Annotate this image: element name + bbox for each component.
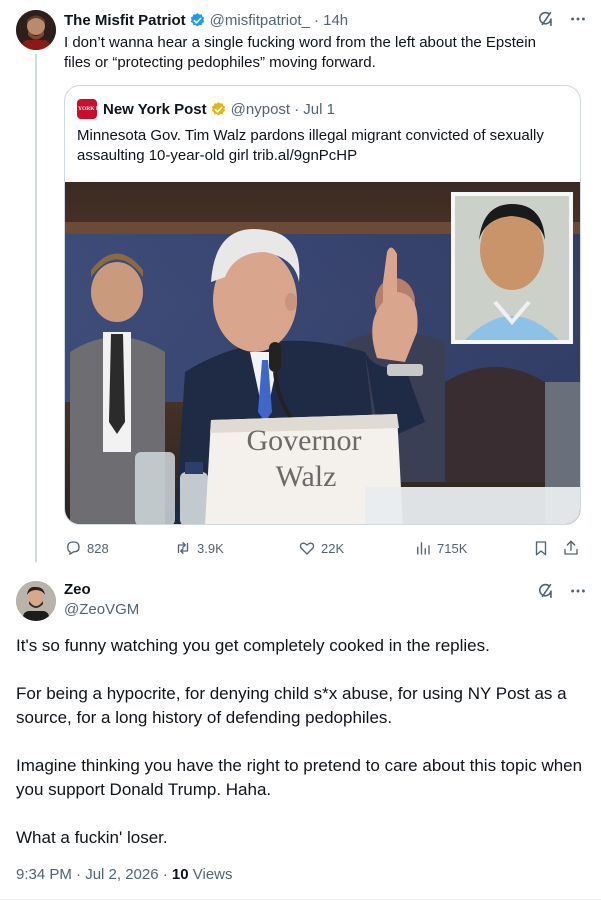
bookmark-icon [532, 539, 550, 557]
tweet-time[interactable]: · 14h [314, 12, 348, 29]
tweet-top-actions [537, 582, 587, 600]
like-button[interactable]: 22K [298, 538, 344, 558]
tweet-paragraph: It's so funny watching you get completel… [16, 636, 490, 655]
share-icon [562, 539, 580, 557]
avatar[interactable] [16, 581, 56, 621]
avatar[interactable] [16, 10, 56, 50]
author-name[interactable]: The Misfit Patriot [64, 12, 186, 29]
tweet-paragraph: What a fuckin' loser. [16, 828, 168, 847]
tweet-paragraph: For being a hypocrite, for denying child… [16, 684, 567, 727]
tweet-meta: 9:34 PM · Jul 2, 2026 · 10 Views [16, 866, 233, 883]
repost-button[interactable]: 3.9K [174, 538, 224, 558]
grok-icon[interactable] [537, 10, 555, 28]
author-handle[interactable]: @misfitpatriot_ [210, 12, 310, 29]
tweet-text: I don’t wanna hear a single fucking word… [64, 34, 536, 71]
author-handle[interactable]: @ZeoVGM [64, 601, 139, 618]
tweet-stats-bar: 828 3.9K 22K 715K [64, 538, 584, 558]
views-label: Views [188, 866, 233, 883]
tweet-top-actions [537, 10, 587, 28]
more-icon[interactable] [569, 582, 587, 600]
tweet-timestamp[interactable]: 9:34 PM · Jul 2, 2026 · [16, 866, 172, 883]
divider [0, 899, 601, 900]
nypost-logo[interactable]: NEW YORK POST [65, 99, 110, 119]
quoted-tweet-header: NEW YORK POST New York Post @nypost · Ju… [65, 98, 335, 120]
like-count: 22K [321, 540, 345, 556]
repost-count: 3.9K [197, 540, 224, 556]
thread-line [35, 54, 37, 562]
placard-line-1: Governor [247, 424, 362, 457]
author-name[interactable]: Zeo [64, 581, 91, 598]
views-count: 10 [171, 866, 189, 883]
reply-icon [64, 539, 82, 557]
quoted-author-handle: @nypost [230, 100, 291, 118]
quoted-tweet-photo[interactable]: Governor Walz [65, 182, 580, 524]
reply-count: 828 [87, 540, 109, 556]
quoted-author-name: New York Post [103, 100, 207, 118]
reply-button[interactable]: 828 [64, 538, 109, 558]
tweet-text: It's so funny watching you get completel… [16, 634, 586, 874]
reply-tweet[interactable]: Zeo @ZeoVGM It's so funny watching you g… [0, 570, 601, 901]
views-count: 715K [437, 540, 468, 556]
more-icon[interactable] [569, 10, 587, 28]
bookmark-button[interactable] [532, 538, 550, 558]
placard-line-2: Walz [276, 460, 337, 493]
like-icon [298, 539, 316, 557]
grok-icon[interactable] [537, 582, 555, 600]
tweet-paragraph: Imagine thinking you have the right to p… [16, 756, 583, 799]
share-button[interactable] [562, 538, 580, 558]
views-button[interactable]: 715K [414, 538, 467, 558]
quoted-tweet-time: · Jul 1 [294, 100, 335, 118]
quoted-tweet[interactable]: NEW YORK POST New York Post @nypost · Ju… [64, 85, 581, 525]
views-icon [414, 539, 432, 557]
verified-badge-icon [189, 12, 206, 29]
tweet-header: The Misfit Patriot @misfitpatriot_ · 14h [64, 10, 348, 30]
repost-icon [174, 539, 192, 557]
quoted-tweet-text: Minnesota Gov. Tim Walz pardons illegal … [77, 127, 544, 164]
parent-tweet[interactable]: The Misfit Patriot @misfitpatriot_ · 14h… [0, 0, 601, 570]
verified-badge-icon [210, 101, 227, 118]
